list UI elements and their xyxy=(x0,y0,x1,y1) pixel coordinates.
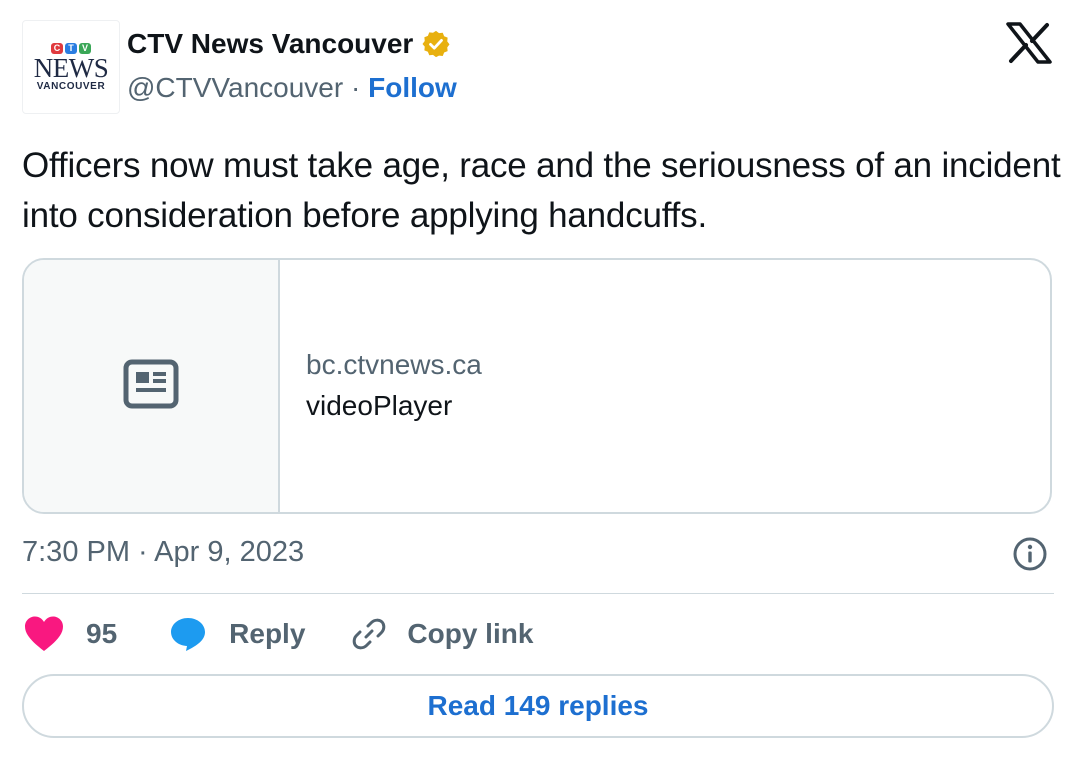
logo-news-word: NEWS xyxy=(33,52,109,83)
card-media-placeholder xyxy=(24,260,280,512)
copy-link-button[interactable]: Copy link xyxy=(351,614,533,654)
author-avatar[interactable]: C T V NEWS VANCOUVER xyxy=(22,20,120,114)
logo-letter-v: V xyxy=(79,42,91,54)
logo-city-word: VANCOUVER xyxy=(36,80,106,92)
follow-button[interactable]: Follow xyxy=(368,72,457,103)
author-handle[interactable]: @CTVVancouver xyxy=(127,72,343,103)
verified-badge-icon xyxy=(421,29,451,59)
author-display-name[interactable]: CTV News Vancouver xyxy=(127,27,413,61)
copy-link-label: Copy link xyxy=(407,618,534,649)
logo-letter-c: C xyxy=(51,42,63,54)
read-replies-button[interactable]: Read 149 replies xyxy=(22,674,1054,738)
info-icon[interactable] xyxy=(1012,536,1048,572)
author-name-line: CTV News Vancouver xyxy=(127,27,451,61)
link-card[interactable]: bc.ctvnews.ca videoPlayer xyxy=(22,258,1052,514)
card-info: bc.ctvnews.ca videoPlayer xyxy=(280,260,1050,512)
heart-icon xyxy=(22,614,66,654)
card-domain: bc.ctvnews.ca xyxy=(306,349,482,380)
divider xyxy=(22,593,1054,594)
handle-separator: · xyxy=(343,72,369,103)
tweet-timestamp[interactable]: 7:30 PM · Apr 9, 2023 xyxy=(22,533,304,571)
like-count: 95 xyxy=(86,618,118,649)
link-chain-icon xyxy=(351,616,387,652)
ctv-logo-letters: C T V xyxy=(51,42,91,54)
logo-letter-t: T xyxy=(65,42,77,54)
tweet-actions: 95 Reply Copy link xyxy=(22,612,533,656)
tweet-text: Officers now must take age, race and the… xyxy=(22,146,1061,235)
read-replies-label: Read 149 replies xyxy=(427,690,649,721)
newspaper-icon xyxy=(123,359,179,414)
tweet-embed: C T V NEWS VANCOUVER CTV News Vancouver … xyxy=(0,0,1078,764)
reply-label: Reply xyxy=(229,618,306,649)
card-title: videoPlayer xyxy=(306,390,453,421)
x-logo-icon[interactable] xyxy=(1006,22,1052,64)
like-button[interactable]: 95 xyxy=(22,614,117,654)
reply-button[interactable]: Reply xyxy=(169,614,305,654)
author-handle-line: @CTVVancouver · Follow xyxy=(127,70,457,106)
speech-bubble-icon xyxy=(169,616,207,652)
